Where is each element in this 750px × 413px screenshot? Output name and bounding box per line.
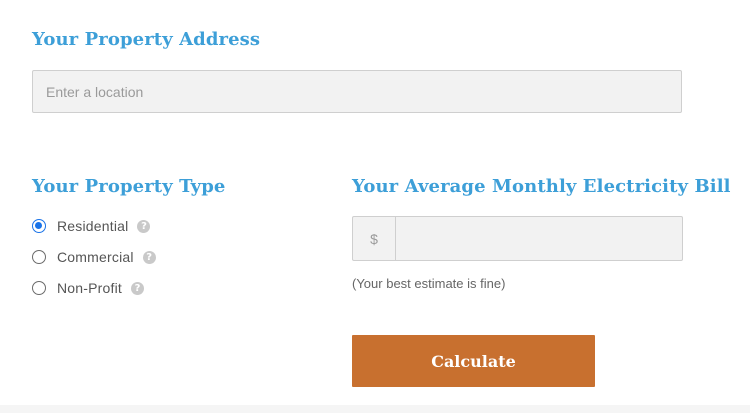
- calculate-button[interactable]: Calculate: [352, 335, 595, 387]
- radio-option-residential[interactable]: Residential ?: [32, 216, 156, 236]
- address-location-input[interactable]: [32, 70, 682, 113]
- property-type-radio-group: Residential ? Commercial ? Non-Profit ?: [32, 216, 156, 309]
- residential-label: Residential: [57, 218, 129, 234]
- question-circle-icon[interactable]: ?: [142, 250, 156, 264]
- question-circle-icon[interactable]: ?: [137, 219, 151, 233]
- radio-option-commercial[interactable]: Commercial ?: [32, 247, 156, 267]
- commercial-label: Commercial: [57, 249, 134, 265]
- non-profit-radio[interactable]: [32, 281, 46, 295]
- residential-radio[interactable]: [32, 219, 46, 233]
- commercial-radio[interactable]: [32, 250, 46, 264]
- bill-hint-text: (Your best estimate is fine): [352, 276, 506, 291]
- monthly-bill-input[interactable]: [396, 217, 682, 260]
- non-profit-label: Non-Profit: [57, 280, 123, 296]
- property-type-heading: Your Property Type: [32, 176, 226, 197]
- footer-band: [0, 405, 750, 413]
- monthly-bill-heading: Your Average Monthly Electricity Bill: [352, 176, 731, 197]
- radio-option-non-profit[interactable]: Non-Profit ?: [32, 278, 156, 298]
- dollar-addon: $: [353, 217, 396, 260]
- address-heading: Your Property Address: [32, 29, 261, 50]
- question-circle-icon[interactable]: ?: [131, 281, 145, 295]
- monthly-bill-input-group: $: [352, 216, 683, 261]
